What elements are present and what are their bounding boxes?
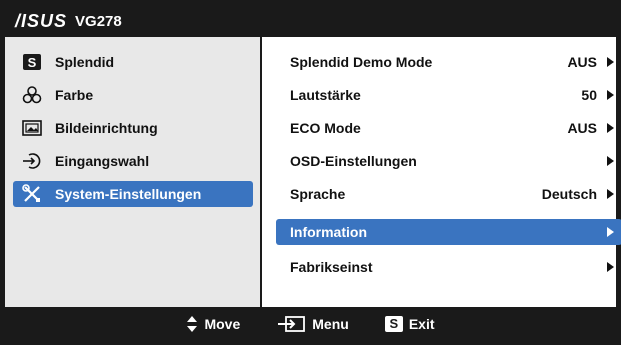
menu-item-label: System-Einstellungen bbox=[55, 186, 202, 202]
option-label: OSD-Einstellungen bbox=[290, 153, 417, 169]
input-arrow-icon bbox=[21, 152, 43, 170]
osd-menu: /ISUS VG278 S Splendid Farbe Bildeinrich… bbox=[0, 0, 621, 345]
chevron-right-icon bbox=[607, 189, 614, 199]
menu-item-label: Farbe bbox=[55, 87, 94, 103]
option-sprache[interactable]: Sprache Deutsch bbox=[276, 181, 621, 207]
menu-item-label: Eingangswahl bbox=[55, 153, 150, 169]
brand-logo: /ISUS bbox=[15, 10, 68, 31]
exit-label: Exit bbox=[408, 315, 435, 332]
option-splendid-demo-mode[interactable]: Splendid Demo Mode AUS bbox=[276, 49, 621, 75]
hint-menu: Menu bbox=[276, 315, 349, 333]
option-information[interactable]: Information bbox=[276, 219, 621, 245]
splendid-s-icon: S bbox=[21, 53, 43, 71]
chevron-right-icon bbox=[607, 227, 614, 237]
option-label: Lautstärke bbox=[290, 87, 361, 103]
menu-label: Menu bbox=[312, 315, 349, 332]
option-fabrikseinst[interactable]: Fabrikseinst bbox=[276, 254, 621, 280]
main-menu: S Splendid Farbe Bildeinrichtung Eingang… bbox=[5, 37, 262, 307]
option-lautstaerke[interactable]: Lautstärke 50 bbox=[276, 82, 621, 108]
hint-exit: S Exit bbox=[384, 315, 435, 332]
option-value: AUS bbox=[567, 54, 597, 70]
menu-item-farbe[interactable]: Farbe bbox=[13, 82, 253, 108]
chevron-right-icon bbox=[607, 156, 614, 166]
option-label: Fabrikseinst bbox=[290, 259, 373, 275]
menu-item-bildeinrichtung[interactable]: Bildeinrichtung bbox=[13, 115, 253, 141]
menu-item-eingangswahl[interactable]: Eingangswahl bbox=[13, 148, 253, 174]
options-panel: Splendid Demo Mode AUS Lautstärke 50 ECO… bbox=[262, 37, 621, 307]
option-label: ECO Mode bbox=[290, 120, 361, 136]
option-value: 50 bbox=[581, 87, 597, 103]
menu-item-system-einstellungen[interactable]: System-Einstellungen bbox=[13, 181, 253, 207]
model-name: VG278 bbox=[75, 12, 122, 30]
wrench-screwdriver-icon bbox=[21, 184, 43, 203]
option-value: AUS bbox=[567, 120, 597, 136]
hint-move: Move bbox=[186, 315, 240, 333]
s-key-icon: S bbox=[384, 315, 403, 332]
option-osd-einstellungen[interactable]: OSD-Einstellungen bbox=[276, 148, 621, 174]
hint-bar: Move Menu S Exit bbox=[5, 307, 616, 340]
chevron-right-icon bbox=[607, 90, 614, 100]
option-eco-mode[interactable]: ECO Mode AUS bbox=[276, 115, 621, 141]
chevron-right-icon bbox=[607, 57, 614, 67]
menu-item-label: Splendid bbox=[55, 54, 115, 70]
title-bar: /ISUS VG278 bbox=[5, 5, 616, 37]
chevron-right-icon bbox=[607, 123, 614, 133]
option-label: Sprache bbox=[290, 186, 346, 202]
color-circles-icon bbox=[21, 86, 43, 104]
up-down-arrow-icon bbox=[186, 315, 198, 333]
option-label: Information bbox=[290, 224, 367, 240]
option-label: Splendid Demo Mode bbox=[290, 54, 433, 70]
enter-menu-icon bbox=[276, 315, 306, 333]
move-label: Move bbox=[204, 315, 241, 332]
menu-item-label: Bildeinrichtung bbox=[55, 120, 158, 136]
menu-item-splendid[interactable]: S Splendid bbox=[13, 49, 253, 75]
picture-icon bbox=[21, 119, 43, 137]
option-value: Deutsch bbox=[541, 186, 597, 202]
chevron-right-icon bbox=[607, 262, 614, 272]
